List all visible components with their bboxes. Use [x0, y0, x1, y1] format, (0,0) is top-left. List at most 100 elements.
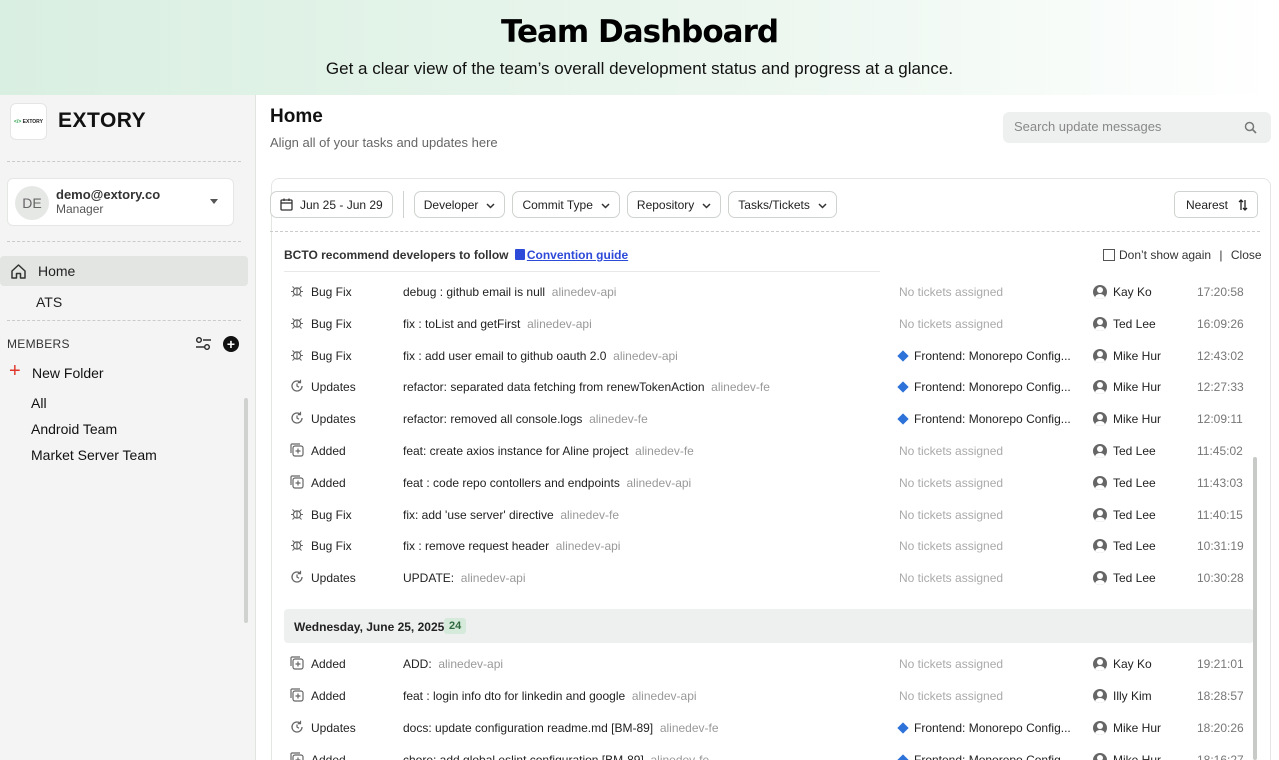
- folder-item-all[interactable]: All: [31, 395, 47, 411]
- ticket-diamond-icon: [897, 722, 909, 734]
- sort-button[interactable]: Nearest: [1174, 191, 1258, 218]
- commit-message[interactable]: refactor: removed all console.logs aline…: [403, 412, 648, 426]
- commit-type-filter[interactable]: Commit Type: [512, 191, 620, 218]
- commit-type: Bug Fix: [311, 285, 352, 299]
- repo-name: alinedev-api: [527, 316, 592, 331]
- commit-row[interactable]: Bug Fix debug : github email is null alin…: [284, 276, 1254, 308]
- chevron-down-icon: [486, 198, 495, 212]
- folder-item-android-team[interactable]: Android Team: [31, 421, 117, 437]
- commit-message[interactable]: docs: update configuration readme.md [BM…: [403, 721, 719, 735]
- commit-message[interactable]: feat: create axios instance for Aline pr…: [403, 444, 694, 458]
- commit-message[interactable]: refactor: separated data fetching from r…: [403, 380, 770, 394]
- ticket-link: No tickets assigned: [899, 507, 1004, 522]
- repository-filter[interactable]: Repository: [626, 191, 722, 218]
- ticket-link[interactable]: Frontend: Monorepo Config...: [897, 349, 1071, 363]
- filter-divider: [402, 191, 404, 218]
- commit-message[interactable]: feat : login info dto for linkedin and g…: [403, 689, 697, 703]
- developer[interactable]: Mike Hur: [1093, 721, 1161, 735]
- developer[interactable]: Ted Lee: [1093, 539, 1156, 554]
- user-account-selector[interactable]: DE demo@extory.co Manager: [7, 178, 234, 226]
- commit-row[interactable]: Updates docs: update configuration readme…: [284, 712, 1254, 744]
- person-avatar-icon: [1093, 507, 1107, 522]
- user-avatar: DE: [15, 186, 49, 220]
- commit-row[interactable]: Bug Fix fix : toList and getFirst alinede…: [284, 308, 1254, 340]
- developer[interactable]: Ted Lee: [1093, 475, 1156, 490]
- commit-message[interactable]: chore: add global eslint configuration […: [403, 753, 709, 760]
- ticket-link[interactable]: Frontend: Monorepo Config...: [897, 753, 1071, 760]
- person-avatar-icon: [1093, 348, 1107, 363]
- commit-row[interactable]: Updates refactor: separated data fetching…: [284, 371, 1254, 403]
- developer[interactable]: Ted Lee: [1093, 316, 1156, 331]
- person-avatar-icon: [1093, 285, 1107, 299]
- commit-type: Bug Fix: [311, 348, 352, 363]
- ticket-link[interactable]: Frontend: Monorepo Config...: [897, 380, 1071, 394]
- commit-message[interactable]: debug : github email is null alinedev-ap…: [403, 285, 616, 299]
- developer[interactable]: Illy Kim: [1093, 689, 1152, 703]
- developer[interactable]: Mike Hur: [1093, 348, 1161, 363]
- chevron-down-icon: [702, 198, 711, 212]
- developer[interactable]: Kay Ko: [1093, 285, 1152, 299]
- commit-message[interactable]: fix : add user email to github oauth 2.0…: [403, 349, 678, 363]
- repo-name: alinedev-api: [631, 689, 697, 703]
- commit-message[interactable]: fix: add 'use server' directive alinedev…: [403, 508, 619, 522]
- dont-show-again-label[interactable]: Don’t show again: [1119, 248, 1211, 262]
- commit-row[interactable]: Bug Fix fix : remove request header aline…: [284, 530, 1254, 562]
- date-range-button[interactable]: Jun 25 - Jun 29: [270, 191, 393, 218]
- members-heading: MEMBERS: [7, 337, 70, 351]
- commit-row[interactable]: Added ADD: alinedev-api No tickets assigne…: [284, 648, 1254, 680]
- developer[interactable]: Mike Hur: [1093, 412, 1161, 427]
- commit-row[interactable]: Added chore: add global eslint configurat…: [284, 744, 1254, 760]
- ticket-diamond-icon: [897, 413, 909, 425]
- filter-settings-icon[interactable]: [195, 336, 212, 356]
- convention-guide-link[interactable]: Convention guide: [527, 248, 628, 262]
- added-type-icon: [290, 443, 305, 460]
- commit-message[interactable]: UPDATE: alinedev-api: [403, 571, 526, 585]
- developer[interactable]: Mike Hur: [1093, 380, 1161, 395]
- commit-row[interactable]: Added feat : login info dto for linkedin …: [284, 680, 1254, 712]
- ticket-link[interactable]: Frontend: Monorepo Config...: [897, 412, 1071, 426]
- commit-row[interactable]: Added feat : code repo contollers and end…: [284, 467, 1254, 499]
- developer[interactable]: Kay Ko: [1093, 657, 1152, 671]
- person-avatar-icon: [1093, 657, 1107, 671]
- add-member-icon[interactable]: +: [223, 336, 239, 352]
- brand-logo[interactable]: </> EXTORY: [10, 103, 47, 140]
- repo-name: alinedev-fe: [711, 380, 770, 395]
- developer[interactable]: Ted Lee: [1093, 571, 1156, 586]
- folder-item-market-server-team[interactable]: Market Server Team: [31, 447, 157, 463]
- commit-row[interactable]: Added feat: create axios instance for Ali…: [284, 435, 1254, 467]
- ticket-link: No tickets assigned: [899, 475, 1004, 490]
- sidebar-item-ats[interactable]: ATS: [36, 294, 62, 310]
- commit-type: Updates: [311, 571, 356, 586]
- bug-type-icon: [290, 538, 304, 555]
- commit-time: 11:40:15: [1197, 507, 1243, 522]
- close-notice-button[interactable]: Close: [1231, 248, 1262, 262]
- developer[interactable]: Ted Lee: [1093, 444, 1156, 458]
- developer[interactable]: Ted Lee: [1093, 507, 1156, 522]
- update-type-icon: [290, 720, 304, 737]
- added-type-icon: [290, 752, 305, 760]
- person-avatar-icon: [1093, 412, 1107, 427]
- developer-filter[interactable]: Developer: [413, 191, 506, 218]
- sidebar-scrollbar[interactable]: [244, 398, 248, 623]
- sidebar-item-home[interactable]: Home: [0, 256, 248, 286]
- commit-row[interactable]: Bug Fix fix: add 'use server' directive a…: [284, 499, 1254, 531]
- tasks-tickets-filter[interactable]: Tasks/Tickets: [728, 191, 837, 218]
- main-scrollbar[interactable]: [1253, 457, 1257, 760]
- dont-show-again-checkbox[interactable]: [1103, 249, 1115, 261]
- commit-time: 12:27:33: [1197, 380, 1244, 395]
- developer[interactable]: Mike Hur: [1093, 753, 1161, 760]
- repo-name: alinedev-api: [438, 657, 504, 671]
- commit-message[interactable]: fix : toList and getFirst alinedev-api: [403, 317, 592, 331]
- person-avatar-icon: [1093, 380, 1107, 395]
- commit-time: 17:20:58: [1197, 285, 1244, 299]
- commit-message[interactable]: feat : code repo contollers and endpoint…: [403, 476, 691, 490]
- commit-message[interactable]: ADD: alinedev-api: [403, 657, 503, 671]
- commit-row[interactable]: Updates UPDATE: alinedev-api No tickets as…: [284, 562, 1254, 594]
- person-avatar-icon: [1093, 753, 1107, 760]
- commit-row[interactable]: Bug Fix fix : add user email to github oa…: [284, 340, 1254, 372]
- repo-name: alinedev-api: [555, 539, 621, 554]
- ticket-link: No tickets assigned: [899, 539, 1004, 554]
- commit-row[interactable]: Updates refactor: removed all console.log…: [284, 403, 1254, 435]
- ticket-link[interactable]: Frontend: Monorepo Config...: [897, 721, 1071, 735]
- commit-message[interactable]: fix : remove request header alinedev-api: [403, 539, 620, 553]
